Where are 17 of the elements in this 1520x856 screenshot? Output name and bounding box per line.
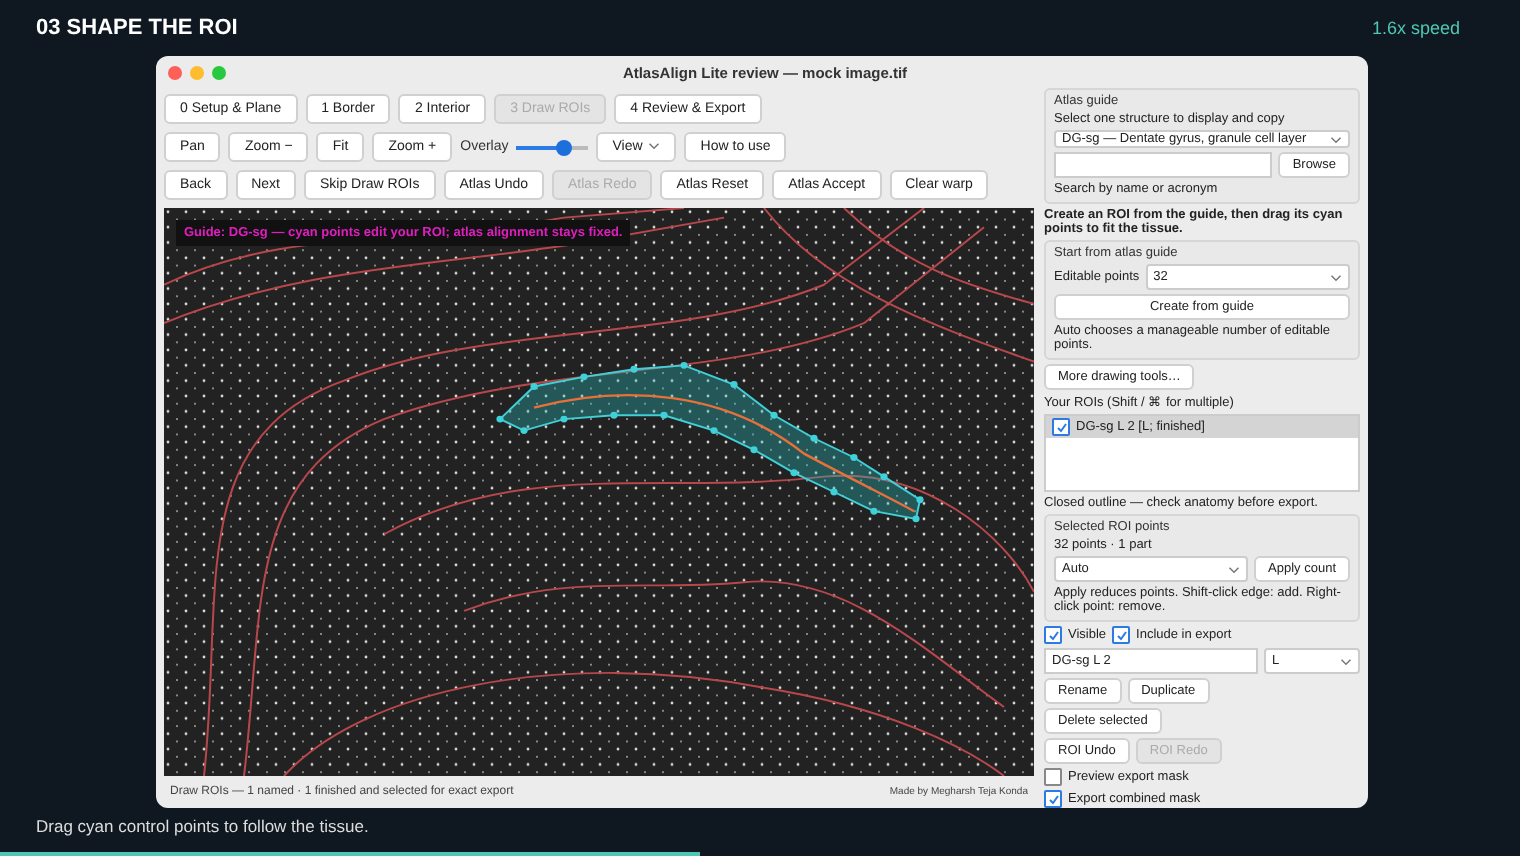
caret-icon (648, 142, 661, 151)
slider-thumb[interactable] (555, 139, 572, 155)
caption-text: Drag cyan control points to follow the tissue. (34, 814, 371, 840)
caret-icon (1228, 565, 1241, 573)
caret-icon (1330, 273, 1342, 281)
roi-outline-drawing[interactable] (496, 361, 924, 523)
checkbox[interactable] (1044, 626, 1062, 644)
close-button[interactable] (168, 65, 182, 79)
checkbox[interactable] (1112, 626, 1131, 644)
caret-icon (1340, 657, 1352, 665)
speed-label: 1.6x speed (1371, 18, 1460, 38)
search-field[interactable] (1054, 152, 1273, 178)
checkbox[interactable] (1044, 790, 1062, 808)
caret-icon (1330, 135, 1342, 143)
checkbox[interactable] (1044, 768, 1062, 786)
checkbox[interactable] (1052, 418, 1070, 436)
step-title: 03 SHAPE THE ROI (36, 16, 238, 40)
